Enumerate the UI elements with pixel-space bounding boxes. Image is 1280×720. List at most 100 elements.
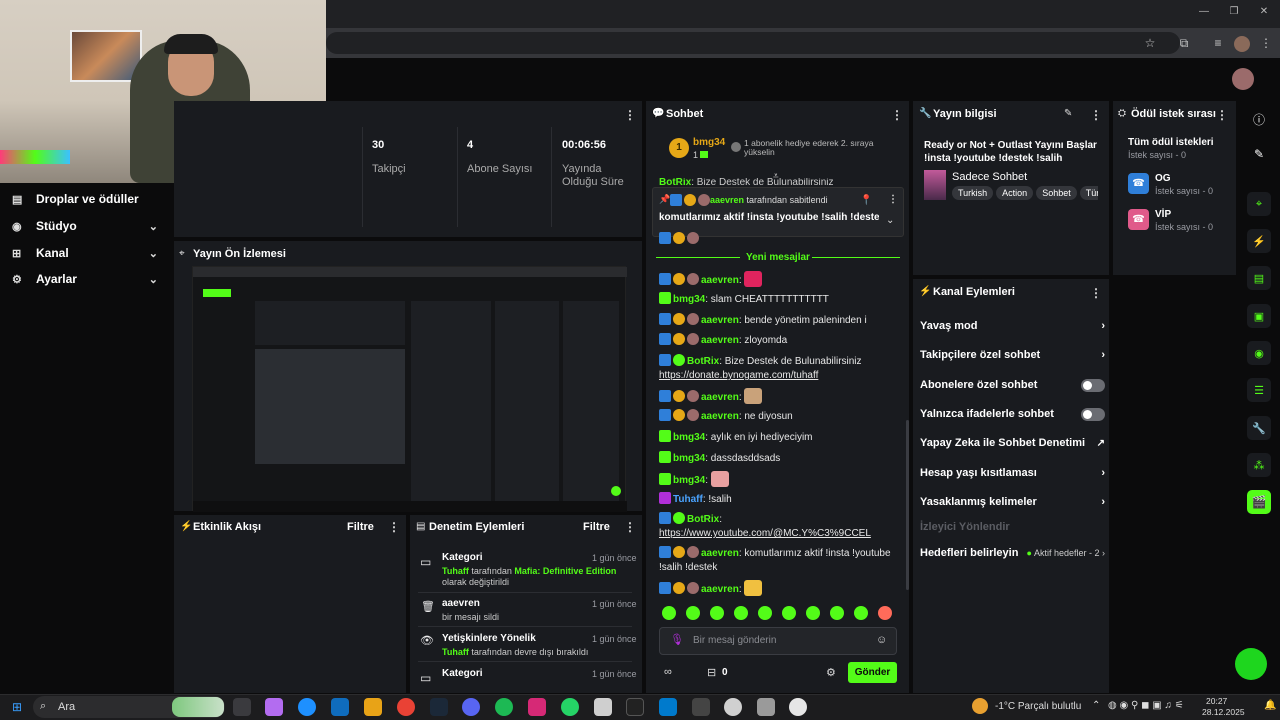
chat-username[interactable]: BotRix <box>687 356 719 367</box>
chat-username[interactable]: bmg34 <box>673 432 705 443</box>
emote-only-toggle[interactable] <box>1081 407 1105 421</box>
tag-chip[interactable]: Action <box>996 186 1034 200</box>
app-icon[interactable] <box>789 698 807 716</box>
gift-icon[interactable]: ⊟ <box>707 666 716 679</box>
more-options-icon[interactable]: ⋮ <box>1090 108 1102 122</box>
more-options-icon[interactable]: ⋮ <box>1216 108 1228 122</box>
points-icon[interactable]: ∞ <box>664 666 672 678</box>
tray-chevron-up-icon[interactable]: ⌃ <box>1092 700 1100 711</box>
restore-icon[interactable]: ❐ <box>1226 6 1242 20</box>
chat-username[interactable]: Tuhaff <box>673 494 703 505</box>
more-options-icon[interactable]: ⋮ <box>624 520 636 534</box>
minimize-icon[interactable]: — <box>1196 6 1212 20</box>
chat-username[interactable]: aaevren <box>701 335 739 346</box>
emote-icon[interactable] <box>662 606 676 620</box>
stream-preview-video[interactable] <box>192 266 627 512</box>
chat-username[interactable]: aaevren <box>701 411 739 422</box>
chat-link[interactable]: https://donate.bynogame.com/tuhaff <box>659 370 818 381</box>
action-ai-moderation[interactable]: Yapay Zeka ile Sohbet Denetimi ↗ <box>920 433 1105 453</box>
obs-icon[interactable] <box>724 698 742 716</box>
action-banned-words[interactable]: Yasaklanmış kelimeler › <box>920 492 1105 512</box>
reward-name[interactable]: OG <box>1155 173 1171 184</box>
unpin-icon[interactable]: 📍 <box>860 195 872 206</box>
floating-action-button[interactable] <box>1235 648 1267 680</box>
emote-icon[interactable] <box>806 606 820 620</box>
top-gifter-name[interactable]: bmg34 <box>693 137 725 148</box>
more-options-icon[interactable]: ⋮ <box>388 520 400 534</box>
vscode-icon[interactable] <box>659 698 677 716</box>
discord-icon[interactable] <box>462 698 480 716</box>
emote-icon[interactable] <box>734 606 748 620</box>
reward-name[interactable]: VİP <box>1155 209 1171 220</box>
notepad-icon[interactable] <box>594 698 612 716</box>
tag-chip[interactable]: Turkish <box>952 186 994 200</box>
chat-scrollbar[interactable] <box>906 420 909 590</box>
chat-username[interactable]: BotRix <box>687 514 719 525</box>
taskbar-time[interactable]: 20:27 <box>1206 696 1227 706</box>
weather-text[interactable]: -1°C Parçalı bulutlu <box>995 701 1081 712</box>
address-bar[interactable] <box>326 32 1180 54</box>
moderation-filter-button[interactable]: Filtre <box>583 521 610 533</box>
emote-icon[interactable] <box>710 606 724 620</box>
chat-username[interactable]: bmg34 <box>673 294 705 305</box>
chat-username[interactable]: aaevren <box>701 275 739 286</box>
user-avatar[interactable] <box>1232 68 1254 90</box>
edge-icon[interactable] <box>298 698 316 716</box>
chrome-icon[interactable] <box>397 698 415 716</box>
emote-icon[interactable] <box>854 606 868 620</box>
windows-start-icon[interactable]: ⊞ <box>12 700 22 714</box>
steam-icon[interactable] <box>430 698 448 716</box>
chat-input-placeholder[interactable]: Bir mesaj gönderin <box>693 635 776 646</box>
clapper-icon[interactable]: 🎬 <box>1247 490 1271 514</box>
stream-info-toggle-icon[interactable]: 🔧 <box>1247 416 1271 440</box>
bookmark-star-icon[interactable]: ☆ <box>1142 36 1158 52</box>
chevron-down-icon[interactable]: ⌄ <box>886 215 894 226</box>
app-icon[interactable] <box>692 698 710 716</box>
reading-list-icon[interactable]: ≡ <box>1210 36 1226 52</box>
activity-toggle-icon[interactable]: ⚡ <box>1247 229 1271 253</box>
stream-category[interactable]: Sadece Sohbet <box>952 171 1027 183</box>
instagram-icon[interactable] <box>528 698 546 716</box>
emote-icon[interactable] <box>830 606 844 620</box>
chat-toggle-icon[interactable]: ▣ <box>1247 304 1271 328</box>
edit-icon[interactable]: ✎ <box>1064 108 1072 119</box>
outlook-icon[interactable] <box>331 698 349 716</box>
tray-icons[interactable]: ◍ ◉ ⚲ ◼ ▣ ♫ ⚟ <box>1108 700 1184 711</box>
chat-settings-icon[interactable]: ⚙ <box>826 666 836 679</box>
chat-username[interactable]: aaevren <box>701 584 739 595</box>
spotify-icon[interactable] <box>495 698 513 716</box>
mod-user[interactable]: Tuhaff <box>442 647 469 657</box>
emote-icon[interactable] <box>686 606 700 620</box>
edit-icon[interactable]: ✎ <box>1251 147 1267 163</box>
taskbar-date[interactable]: 28.12.2025 <box>1202 707 1245 717</box>
action-followers-only[interactable]: Takipçilere özel sohbet › <box>920 345 1105 365</box>
action-emote-only[interactable]: Yalnızca ifadelerle sohbet <box>920 404 1105 424</box>
chat-username[interactable]: aaevren <box>701 392 739 403</box>
more-options-icon[interactable]: ⋮ <box>624 108 636 122</box>
notifications-icon[interactable]: 🔔 <box>1264 700 1276 711</box>
action-slow-mode[interactable]: Yavaş mod › <box>920 316 1105 336</box>
category-thumbnail[interactable] <box>924 170 946 200</box>
all-rewards-title[interactable]: Tüm ödül istekleri <box>1128 137 1214 148</box>
action-set-goals[interactable]: Hedefleri belirleyin ● Aktif hedefler - 2… <box>920 543 1105 563</box>
app-icon[interactable] <box>626 698 644 716</box>
preview-toggle-icon[interactable]: ⌖ <box>1247 192 1271 216</box>
layout-toggle-icon[interactable]: ☰ <box>1247 378 1271 402</box>
chat-link[interactable]: https://www.youtube.com/@MC.Y%C3%9CCEL <box>659 528 871 539</box>
emote-quick-bar[interactable] <box>662 606 902 622</box>
emoji-picker-icon[interactable]: ☺ <box>876 634 887 646</box>
emote-icon[interactable] <box>782 606 796 620</box>
action-subscribers-only[interactable]: Abonelere özel sohbet <box>920 375 1105 395</box>
action-account-age[interactable]: Hesap yaşı kısıtlaması › <box>920 463 1105 483</box>
mod-target[interactable]: Mafia: Definitive Edition <box>514 566 616 576</box>
more-options-icon[interactable]: ⋮ <box>1090 286 1102 300</box>
broadcast-toggle-icon[interactable]: ◉ <box>1247 341 1271 365</box>
whatsapp-icon[interactable] <box>561 698 579 716</box>
tag-chip[interactable]: Sohbet <box>1036 186 1077 200</box>
sidebar-item-settings[interactable]: ⚙ Ayarlar ⌄ <box>12 269 162 289</box>
copilot-icon[interactable] <box>265 698 283 716</box>
sidebar-item-channel[interactable]: ⊞ Kanal ⌄ <box>12 243 162 263</box>
emote-icon[interactable] <box>878 606 892 620</box>
moderation-toggle-icon[interactable]: ▤ <box>1247 266 1271 290</box>
info-icon[interactable]: ⓘ <box>1251 111 1267 127</box>
